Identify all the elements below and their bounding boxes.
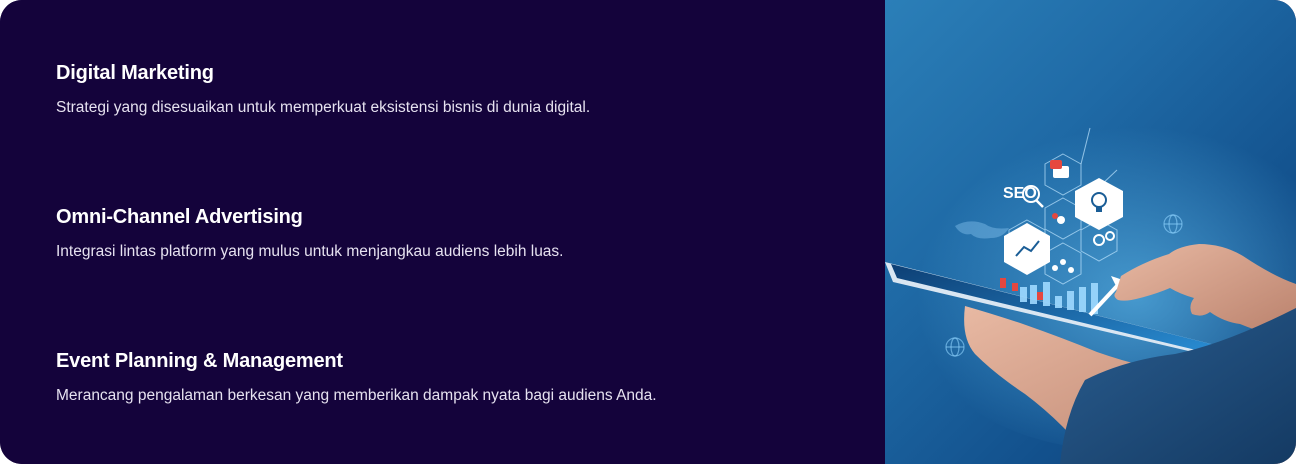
service-description: Strategi yang disesuaikan untuk memperku… — [56, 99, 591, 116]
services-card: Digital Marketing Strategi yang disesuai… — [0, 0, 1296, 464]
share-icon — [1060, 259, 1066, 265]
hero-illustration: SEO — [885, 0, 1296, 464]
service-digital-marketing: Digital Marketing Strategi yang disesuai… — [56, 61, 856, 118]
tablet-marketing-illustration: SEO — [885, 110, 1296, 464]
service-event-planning: Event Planning & Management Merancang pe… — [56, 349, 856, 406]
service-title: Omni-Channel Advertising — [56, 206, 303, 228]
service-title: Digital Marketing — [56, 62, 214, 84]
service-title: Event Planning & Management — [56, 350, 343, 372]
service-description: Merancang pengalaman berkesan yang membe… — [56, 387, 657, 404]
services-panel: Digital Marketing Strategi yang disesuai… — [0, 0, 885, 464]
seo-label: SEO — [1003, 185, 1037, 202]
users-icon — [1057, 216, 1065, 224]
service-description: Integrasi lintas platform yang mulus unt… — [56, 243, 564, 260]
service-omni-channel-advertising: Omni-Channel Advertising Integrasi linta… — [56, 205, 856, 262]
